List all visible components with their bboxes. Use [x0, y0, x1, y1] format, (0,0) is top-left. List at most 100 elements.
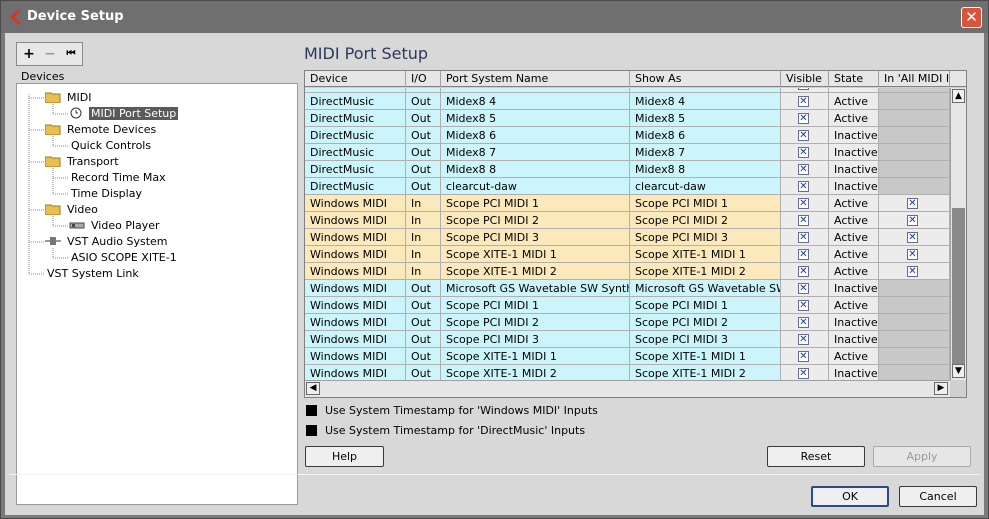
- column-header-state[interactable]: State: [829, 71, 879, 87]
- table-row[interactable]: Windows MIDI Out Microsoft GS Wavetable SW…: [305, 280, 950, 297]
- cell-state[interactable]: Active: [829, 263, 879, 280]
- cell-state[interactable]: Inactive: [829, 127, 879, 144]
- visible-checkbox[interactable]: ✕: [798, 147, 809, 158]
- visible-checkbox[interactable]: ✕: [798, 300, 809, 311]
- cell-state[interactable]: Active: [829, 93, 879, 110]
- cell-state[interactable]: Inactive: [829, 161, 879, 178]
- cell-show-as[interactable]: Midex8 6: [630, 127, 781, 144]
- cell-state[interactable]: Inactive: [829, 331, 879, 348]
- visible-checkbox[interactable]: ✕: [798, 164, 809, 175]
- column-header-device[interactable]: Device: [305, 71, 406, 87]
- cell-state[interactable]: Active: [829, 246, 879, 263]
- visible-checkbox[interactable]: ✕: [798, 88, 809, 90]
- tree-item-remote-devices[interactable]: Remote Devices: [45, 122, 158, 138]
- cell-state[interactable]: Inactive: [829, 144, 879, 161]
- tree-item-midi-port-setup[interactable]: MIDI Port Setup: [69, 106, 179, 122]
- table-row[interactable]: DirectMusic Out Midex8 4 Midex8 4 ✕ Active: [305, 93, 950, 110]
- in-all-midi-inputs-checkbox[interactable]: ✕: [907, 232, 918, 243]
- cell-show-as[interactable]: Scope PCI MIDI 3: [630, 331, 781, 348]
- table-row[interactable]: DirectMusic Out Midex8 5 Midex8 5 ✕ Active: [305, 110, 950, 127]
- cell-show-as[interactable]: Scope PCI MIDI 1: [630, 297, 781, 314]
- help-button[interactable]: Help: [305, 446, 384, 467]
- column-header-visible[interactable]: Visible: [781, 71, 829, 87]
- remove-device-button[interactable]: −: [41, 45, 59, 63]
- close-button[interactable]: ✕: [961, 7, 982, 28]
- cell-state[interactable]: Active: [829, 212, 879, 229]
- visible-checkbox[interactable]: ✕: [798, 368, 809, 379]
- cell-show-as[interactable]: Scope XITE-1 MIDI 1: [630, 246, 781, 263]
- scroll-down-arrow-icon[interactable]: ▼: [952, 364, 965, 378]
- table-row[interactable]: DirectMusic Out Midex8 7 Midex8 7 ✕ Inactive: [305, 144, 950, 161]
- tree-item-transport[interactable]: Transport: [45, 154, 121, 170]
- reset-device-button[interactable]: ⏮: [62, 45, 80, 63]
- cell-show-as[interactable]: Midex8 4: [630, 93, 781, 110]
- cell-show-as[interactable]: Midex8 5: [630, 110, 781, 127]
- cell-show-as[interactable]: Scope XITE-1 MIDI 2: [630, 365, 781, 380]
- cell-show-as[interactable]: clearcut-daw: [630, 178, 781, 195]
- apply-button[interactable]: Apply: [873, 446, 971, 467]
- visible-checkbox[interactable]: ✕: [798, 334, 809, 345]
- scroll-up-arrow-icon[interactable]: ▲: [952, 89, 965, 103]
- scroll-left-arrow-icon[interactable]: ◀: [306, 382, 320, 395]
- column-header-io[interactable]: I/O: [406, 71, 441, 87]
- cell-show-as[interactable]: Scope PCI MIDI 1: [630, 195, 781, 212]
- tree-item-time-display[interactable]: Time Display: [69, 186, 144, 202]
- visible-checkbox[interactable]: ✕: [798, 351, 809, 362]
- column-header-in-all-midi-inputs[interactable]: In 'All MIDI In: [879, 71, 950, 87]
- reset-button[interactable]: Reset: [767, 446, 865, 467]
- cell-state[interactable]: Inactive: [829, 280, 879, 297]
- cell-show-as[interactable]: Midex8 7: [630, 144, 781, 161]
- tree-item-quick-controls[interactable]: Quick Controls: [69, 138, 153, 154]
- visible-checkbox[interactable]: ✕: [798, 249, 809, 260]
- table-row[interactable]: Windows MIDI In Scope PCI MIDI 3 Scope PCI …: [305, 229, 950, 246]
- tree-item-midi[interactable]: MIDI: [45, 90, 93, 106]
- cell-state[interactable]: Inactive: [829, 314, 879, 331]
- visible-checkbox[interactable]: ✕: [798, 181, 809, 192]
- table-row[interactable]: Windows MIDI Out Scope XITE-1 MIDI 1 Scope …: [305, 348, 950, 365]
- cell-show-as[interactable]: Scope XITE-1 MIDI 2: [630, 263, 781, 280]
- table-row[interactable]: Windows MIDI Out Scope PCI MIDI 3 Scope PCI…: [305, 331, 950, 348]
- cell-state[interactable]: Active: [829, 110, 879, 127]
- visible-checkbox[interactable]: ✕: [798, 283, 809, 294]
- in-all-midi-inputs-checkbox[interactable]: ✕: [907, 215, 918, 226]
- tree-item-vst-system-link[interactable]: VST System Link: [45, 266, 141, 282]
- visible-checkbox[interactable]: ✕: [798, 130, 809, 141]
- cell-show-as[interactable]: Scope PCI MIDI 2: [630, 212, 781, 229]
- cell-show-as[interactable]: Scope XITE-1 MIDI 1: [630, 348, 781, 365]
- directmusic-timestamp-checkbox[interactable]: [306, 425, 317, 436]
- table-row[interactable]: DirectMusic Out clearcut-daw clearcut-daw ✕ I…: [305, 178, 950, 195]
- in-all-midi-inputs-checkbox[interactable]: ✕: [907, 198, 918, 209]
- scroll-right-arrow-icon[interactable]: ▶: [934, 382, 948, 395]
- cell-state[interactable]: Active: [829, 297, 879, 314]
- tree-item-video[interactable]: Video: [45, 202, 100, 218]
- table-row[interactable]: Windows MIDI Out Scope PCI MIDI 2 Scope PCI…: [305, 314, 950, 331]
- table-row[interactable]: Windows MIDI In Scope XITE-1 MIDI 1 Scope X…: [305, 246, 950, 263]
- table-row[interactable]: DirectMusic Out Midex8 8 Midex8 8 ✕ Inactive: [305, 161, 950, 178]
- tree-item-asio-scope-xite-1[interactable]: ASIO SCOPE XITE-1: [69, 250, 179, 266]
- visible-checkbox[interactable]: ✕: [798, 96, 809, 107]
- cell-state[interactable]: Active: [829, 348, 879, 365]
- directmusic-timestamp-option[interactable]: Use System Timestamp for 'DirectMusic' I…: [306, 424, 585, 438]
- horizontal-scrollbar[interactable]: ◀ ▶: [305, 380, 950, 397]
- vertical-scrollbar[interactable]: ▲ ▼: [950, 88, 966, 380]
- table-row[interactable]: Windows MIDI Out Scope PCI MIDI 1 Scope PCI…: [305, 297, 950, 314]
- cell-show-as[interactable]: Scope PCI MIDI 2: [630, 314, 781, 331]
- windows-midi-timestamp-checkbox[interactable]: [306, 405, 317, 416]
- visible-checkbox[interactable]: ✕: [798, 317, 809, 328]
- column-header-show-as[interactable]: Show As: [630, 71, 781, 87]
- table-row[interactable]: Windows MIDI In Scope PCI MIDI 2 Scope PCI …: [305, 212, 950, 229]
- cell-state[interactable]: Inactive: [829, 365, 879, 380]
- visible-checkbox[interactable]: ✕: [798, 232, 809, 243]
- cell-state[interactable]: Active: [829, 195, 879, 212]
- table-row[interactable]: Windows MIDI In Scope PCI MIDI 1 Scope PCI …: [305, 195, 950, 212]
- visible-checkbox[interactable]: ✕: [798, 198, 809, 209]
- table-row[interactable]: DirectMusic Out Midex8 6 Midex8 6 ✕ Inactive: [305, 127, 950, 144]
- in-all-midi-inputs-checkbox[interactable]: ✕: [907, 249, 918, 260]
- cell-show-as[interactable]: Midex8 8: [630, 161, 781, 178]
- column-header-port-system-name[interactable]: Port System Name: [441, 71, 630, 87]
- windows-midi-timestamp-option[interactable]: Use System Timestamp for 'Windows MIDI' …: [306, 404, 598, 418]
- visible-checkbox[interactable]: ✕: [798, 113, 809, 124]
- cell-state[interactable]: Active: [829, 229, 879, 246]
- tree-item-video-player[interactable]: Video Player: [69, 218, 162, 234]
- tree-item-record-time-max[interactable]: Record Time Max: [69, 170, 168, 186]
